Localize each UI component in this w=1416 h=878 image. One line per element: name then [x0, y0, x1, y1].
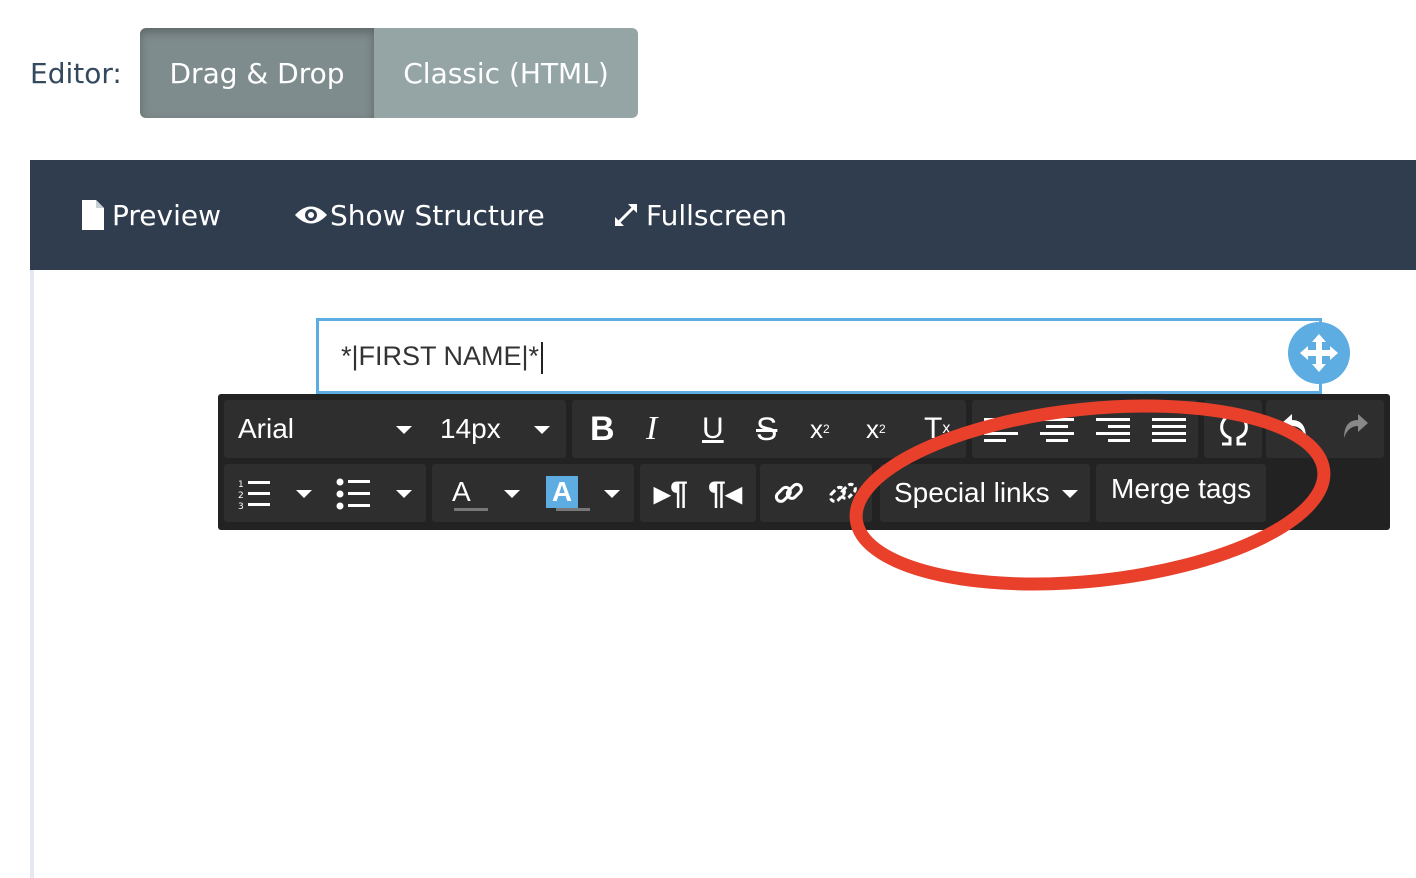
- show-structure-label: Show Structure: [330, 198, 545, 232]
- preview-label: Preview: [112, 198, 221, 232]
- font-size-value: 14px: [440, 413, 501, 444]
- ltr-paragraph-icon[interactable]: ▸¶: [654, 464, 688, 522]
- superscript-icon[interactable]: x2: [810, 400, 830, 458]
- svg-text:3: 3: [238, 502, 244, 510]
- strikethrough-icon[interactable]: S: [756, 400, 777, 458]
- chevron-down-icon[interactable]: [296, 490, 312, 498]
- chevron-down-icon: [396, 426, 412, 434]
- text-color-button[interactable]: A: [452, 472, 471, 512]
- move-arrows-icon: [1300, 334, 1338, 372]
- merge-tag-text: *|FIRST NAME|*: [341, 341, 540, 371]
- redo-icon[interactable]: [1340, 412, 1370, 440]
- omega-icon[interactable]: [1216, 412, 1252, 448]
- background-color-button[interactable]: A: [546, 476, 578, 508]
- text-color-letter: A: [452, 476, 471, 507]
- clear-format-icon[interactable]: Tx: [924, 400, 950, 458]
- expand-icon: [612, 201, 640, 229]
- svg-text:1: 1: [238, 480, 244, 490]
- editor-label: Editor:: [30, 57, 122, 90]
- italic-icon[interactable]: I: [646, 400, 657, 458]
- bold-icon[interactable]: B: [590, 400, 615, 458]
- rtl-paragraph-icon[interactable]: ¶◂: [708, 464, 742, 522]
- subscript-icon[interactable]: x2: [866, 400, 886, 458]
- preview-button[interactable]: Preview: [82, 160, 221, 270]
- show-structure-button[interactable]: Show Structure: [294, 160, 545, 270]
- underline-icon[interactable]: U: [702, 400, 724, 458]
- chevron-down-icon[interactable]: [504, 490, 520, 498]
- editor-mode-switch: Drag & Drop Classic (HTML): [140, 28, 638, 118]
- move-handle[interactable]: [1288, 322, 1350, 384]
- unlink-icon[interactable]: [826, 476, 860, 510]
- drag-drop-mode-button[interactable]: Drag & Drop: [140, 28, 374, 118]
- canvas-edge: [30, 270, 34, 878]
- text-content[interactable]: *|FIRST NAME|*: [341, 339, 544, 374]
- special-links-dropdown[interactable]: Special links: [894, 464, 1050, 522]
- classic-html-mode-button[interactable]: Classic (HTML): [374, 28, 638, 118]
- align-justify-icon[interactable]: [1152, 418, 1188, 442]
- svg-text:2: 2: [238, 491, 244, 501]
- special-links-label: Special links: [894, 477, 1050, 508]
- chevron-down-icon[interactable]: [604, 490, 620, 498]
- font-family-select[interactable]: Arial: [238, 400, 418, 458]
- align-left-icon[interactable]: [984, 418, 1020, 442]
- fullscreen-label: Fullscreen: [646, 198, 787, 232]
- align-center-icon[interactable]: [1040, 418, 1076, 442]
- rich-text-toolbar: Arial 14px B I U S x2 x2 Tx 123 A A ▸¶ ¶…: [218, 394, 1390, 530]
- background-color-letter: A: [551, 476, 573, 507]
- chevron-down-icon[interactable]: [396, 490, 412, 498]
- chevron-down-icon: [1062, 490, 1078, 498]
- merge-tags-button[interactable]: Merge tags: [1111, 460, 1251, 518]
- align-right-icon[interactable]: [1096, 418, 1132, 442]
- bullet-list-icon[interactable]: [336, 478, 372, 510]
- undo-icon[interactable]: [1280, 412, 1310, 440]
- chevron-down-icon: [534, 426, 550, 434]
- document-icon: [82, 200, 104, 230]
- editor-navbar: Preview Show Structure Fullscreen: [30, 160, 1416, 270]
- text-cursor: [541, 341, 544, 374]
- eye-icon: [294, 204, 328, 226]
- fullscreen-button[interactable]: Fullscreen: [612, 160, 787, 270]
- text-block[interactable]: *|FIRST NAME|*: [316, 318, 1322, 394]
- font-family-value: Arial: [238, 413, 295, 444]
- link-icon[interactable]: [772, 476, 806, 510]
- ordered-list-icon[interactable]: 123: [238, 478, 272, 510]
- text-color-bar: [454, 508, 488, 511]
- merge-tags-label: Merge tags: [1111, 473, 1252, 504]
- background-color-bar: [556, 508, 590, 511]
